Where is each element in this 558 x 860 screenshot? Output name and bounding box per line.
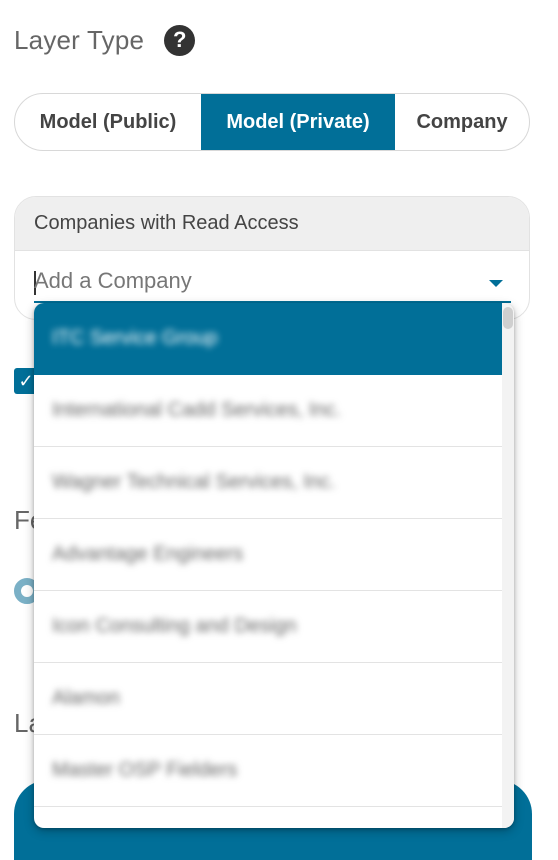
dropdown-option[interactable]: Icon Consulting and Design bbox=[34, 591, 502, 663]
company-dropdown-list: ITC Service Group International Cadd Ser… bbox=[34, 303, 514, 828]
model-public-option[interactable]: Model (Public) bbox=[15, 94, 201, 150]
layer-type-header: Layer Type ? bbox=[14, 22, 196, 58]
dropdown-scrollbar[interactable] bbox=[502, 303, 514, 828]
option-label: Wagner Technical Services, Inc. bbox=[52, 471, 336, 493]
company-select[interactable] bbox=[34, 261, 511, 303]
layer-type-title: Layer Type bbox=[14, 24, 145, 55]
dropdown-option[interactable]: Advantage Engineers bbox=[34, 519, 502, 591]
option-label: Advantage Engineers bbox=[52, 543, 244, 565]
option-label: Master OSP Fielders bbox=[52, 759, 238, 781]
option-label: Alamon bbox=[52, 687, 120, 709]
dropdown-option[interactable]: Wagner Technical Services, Inc. bbox=[34, 447, 502, 519]
dropdown-option[interactable]: International Cadd Services, Inc. bbox=[34, 375, 502, 447]
option-label: ITC Service Group bbox=[52, 327, 218, 349]
caret-down-icon[interactable] bbox=[489, 280, 503, 287]
add-company-input[interactable] bbox=[34, 261, 474, 301]
dropdown-options: ITC Service Group International Cadd Ser… bbox=[34, 303, 502, 807]
dropdown-option[interactable]: Master OSP Fielders bbox=[34, 735, 502, 807]
option-label: International Cadd Services, Inc. bbox=[52, 399, 342, 421]
scrollbar-thumb[interactable] bbox=[503, 307, 513, 329]
model-private-option[interactable]: Model (Private) bbox=[201, 94, 395, 150]
help-icon[interactable]: ? bbox=[164, 24, 196, 56]
dropdown-option[interactable]: Alamon bbox=[34, 663, 502, 735]
option-label: Icon Consulting and Design bbox=[52, 615, 297, 637]
dropdown-option[interactable]: ITC Service Group bbox=[34, 303, 502, 375]
checkmark-icon: ✓ bbox=[18, 370, 34, 391]
layer-type-selector: Model (Public) Model (Private) Company bbox=[14, 93, 530, 151]
read-access-header: Companies with Read Access bbox=[15, 197, 529, 251]
company-option[interactable]: Company bbox=[395, 94, 529, 150]
read-access-card: Companies with Read Access bbox=[14, 196, 530, 320]
